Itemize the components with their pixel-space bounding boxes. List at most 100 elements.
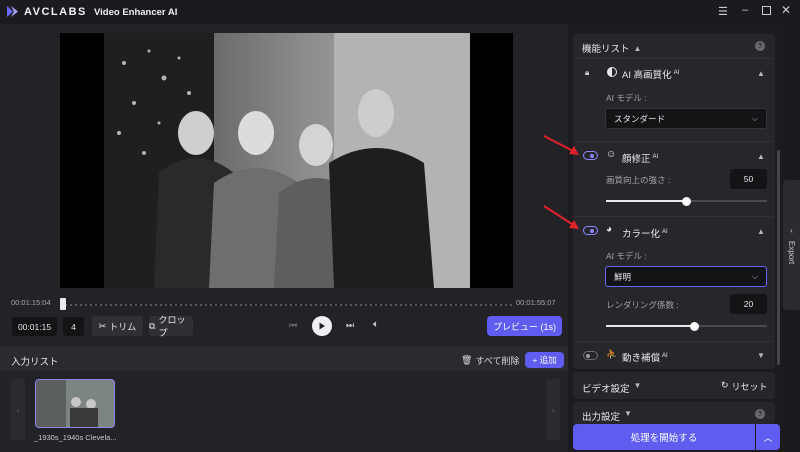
render-label: レンダリング係数 :	[606, 300, 679, 310]
close-button[interactable]: ✕	[781, 3, 791, 17]
thumbnail-image	[36, 380, 114, 427]
feature-list-label: 機能リスト	[582, 44, 630, 55]
timeline-handle[interactable]	[60, 298, 66, 310]
chevron-left-icon: ‹	[790, 225, 793, 235]
colorize-toggle[interactable]	[583, 226, 598, 235]
strength-value[interactable]: 50	[730, 169, 767, 189]
scroll-left-button[interactable]: ‹	[11, 379, 25, 440]
ai-quality-model-value: スタンダード	[614, 113, 666, 124]
colorize-model-select[interactable]: 鮮明 ⌵	[605, 266, 767, 287]
colorize-model-label: AI モデル :	[606, 251, 647, 261]
minimize-button[interactable]: –	[742, 4, 754, 18]
file-thumbnail[interactable]	[35, 379, 115, 428]
play-button[interactable]	[312, 316, 332, 336]
export-tab[interactable]: ‹ Export	[783, 180, 800, 310]
colorize-collapse-icon[interactable]: ▲	[757, 227, 765, 236]
strength-slider-knob[interactable]	[682, 196, 691, 206]
ai-quality-model-select[interactable]: スタンダード ⌵	[605, 108, 767, 129]
play-icon	[319, 322, 325, 330]
start-options-button[interactable]: ︿	[756, 424, 780, 450]
face-toggle[interactable]	[583, 151, 598, 160]
help-icon[interactable]: ?	[755, 41, 765, 51]
video-preview	[60, 33, 513, 288]
ai-quality-model-label: AI モデル :	[606, 93, 647, 103]
menu-icon[interactable]: ☰	[718, 5, 730, 18]
maximize-button[interactable]	[762, 6, 771, 15]
reset-button[interactable]: ↻ リセット	[721, 380, 768, 393]
export-label: Export	[787, 240, 796, 265]
delete-all-button[interactable]: 🗑︎ すべて削除	[461, 354, 519, 367]
brand-logo: AVCLABS	[24, 6, 87, 18]
render-slider-fill	[606, 325, 695, 327]
crop-icon: ⧉	[149, 320, 156, 331]
add-button[interactable]: + 追加	[525, 352, 564, 368]
render-slider-knob[interactable]	[690, 321, 700, 331]
strength-slider[interactable]	[606, 196, 767, 206]
scroll-right-button[interactable]: ›	[546, 379, 560, 440]
caret-down-icon: ▼	[633, 381, 642, 390]
ai-badge: AI	[662, 228, 668, 235]
ai-badge: AI	[652, 153, 659, 160]
caret-down-icon: ▼	[624, 409, 632, 418]
trim-button[interactable]: ✂ トリム	[92, 316, 143, 336]
output-settings-title[interactable]: 出力設定 ▼	[582, 409, 632, 423]
preview-button[interactable]: プレビュー (1s)	[487, 316, 562, 336]
scissors-icon: ✂	[98, 320, 107, 331]
crop-button[interactable]: ⧉ クロップ	[149, 315, 193, 338]
ai-badge: AI	[662, 352, 668, 359]
colorize-title: カラー化 AI	[622, 226, 668, 240]
volume-icon[interactable]: 🔈︎	[373, 319, 379, 330]
render-slider[interactable]	[606, 321, 767, 331]
frame-field[interactable]: 4	[63, 317, 84, 336]
time-end: 00:01:55:07	[516, 298, 556, 307]
video-settings-title[interactable]: ビデオ設定 ▼	[582, 381, 641, 395]
ai-quality-label: AI 高画質化	[622, 70, 672, 81]
lock-icon: 🔒︎	[585, 68, 590, 77]
help-icon[interactable]: ?	[755, 409, 765, 419]
strength-slider-fill	[606, 200, 687, 202]
app-title: Video Enhancer AI	[94, 7, 178, 18]
motion-toggle[interactable]	[583, 351, 598, 360]
red-arrow-annotation	[543, 205, 579, 229]
chevron-down-icon: ⌵	[751, 271, 758, 281]
prev-frame-icon[interactable]: ⏮	[289, 320, 297, 331]
face-icon: ☺	[606, 149, 617, 160]
start-processing-button[interactable]: 処理を開始する	[573, 424, 755, 450]
crop-label: クロップ	[158, 315, 186, 338]
chevron-down-icon: ⌵	[751, 113, 758, 123]
video-frame-image	[104, 33, 470, 288]
colorize-label: カラー化	[622, 229, 661, 240]
face-label: 顔修正	[622, 154, 651, 165]
video-settings-label: ビデオ設定	[582, 384, 630, 395]
red-arrow-annotation	[543, 135, 579, 155]
contrast-icon	[607, 67, 617, 77]
panel-scrollbar[interactable]	[777, 150, 780, 365]
ai-quality-collapse-icon[interactable]: ▲	[757, 69, 765, 78]
chevron-up-icon: ︿	[763, 432, 773, 443]
next-frame-icon[interactable]: ⏭	[346, 320, 354, 331]
render-value[interactable]: 20	[730, 294, 767, 314]
motion-title: 動き補償 AI	[622, 350, 668, 364]
divider	[575, 341, 773, 342]
delete-all-label: すべて削除	[475, 356, 520, 366]
title-bar: AVCLABS Video Enhancer AI ☰ – ✕	[0, 0, 800, 24]
video-frame	[104, 33, 470, 288]
output-settings-label: 出力設定	[582, 412, 621, 423]
input-list-title: 入力リスト	[11, 357, 59, 368]
face-collapse-icon[interactable]: ▲	[757, 152, 765, 161]
palette-icon: ◕	[606, 224, 613, 235]
caret-up-icon[interactable]: ▲	[634, 44, 642, 53]
colorize-model-value: 鮮明	[614, 271, 632, 282]
running-icon: ⛹	[606, 349, 618, 359]
motion-expand-icon[interactable]: ▼	[757, 351, 765, 360]
current-time-field[interactable]: 00:01:15	[12, 317, 57, 336]
timeline-track[interactable]	[60, 304, 514, 306]
trash-icon: 🗑︎	[461, 355, 473, 365]
divider	[575, 141, 773, 142]
ai-badge: AI	[673, 69, 680, 76]
reset-icon: ↻	[721, 380, 729, 390]
divider	[575, 216, 773, 217]
file-name: _1930s_1940s Clevela...	[34, 433, 117, 442]
ai-quality-title: AI 高画質化 AI	[622, 67, 679, 81]
trim-label: トリム	[109, 321, 137, 332]
